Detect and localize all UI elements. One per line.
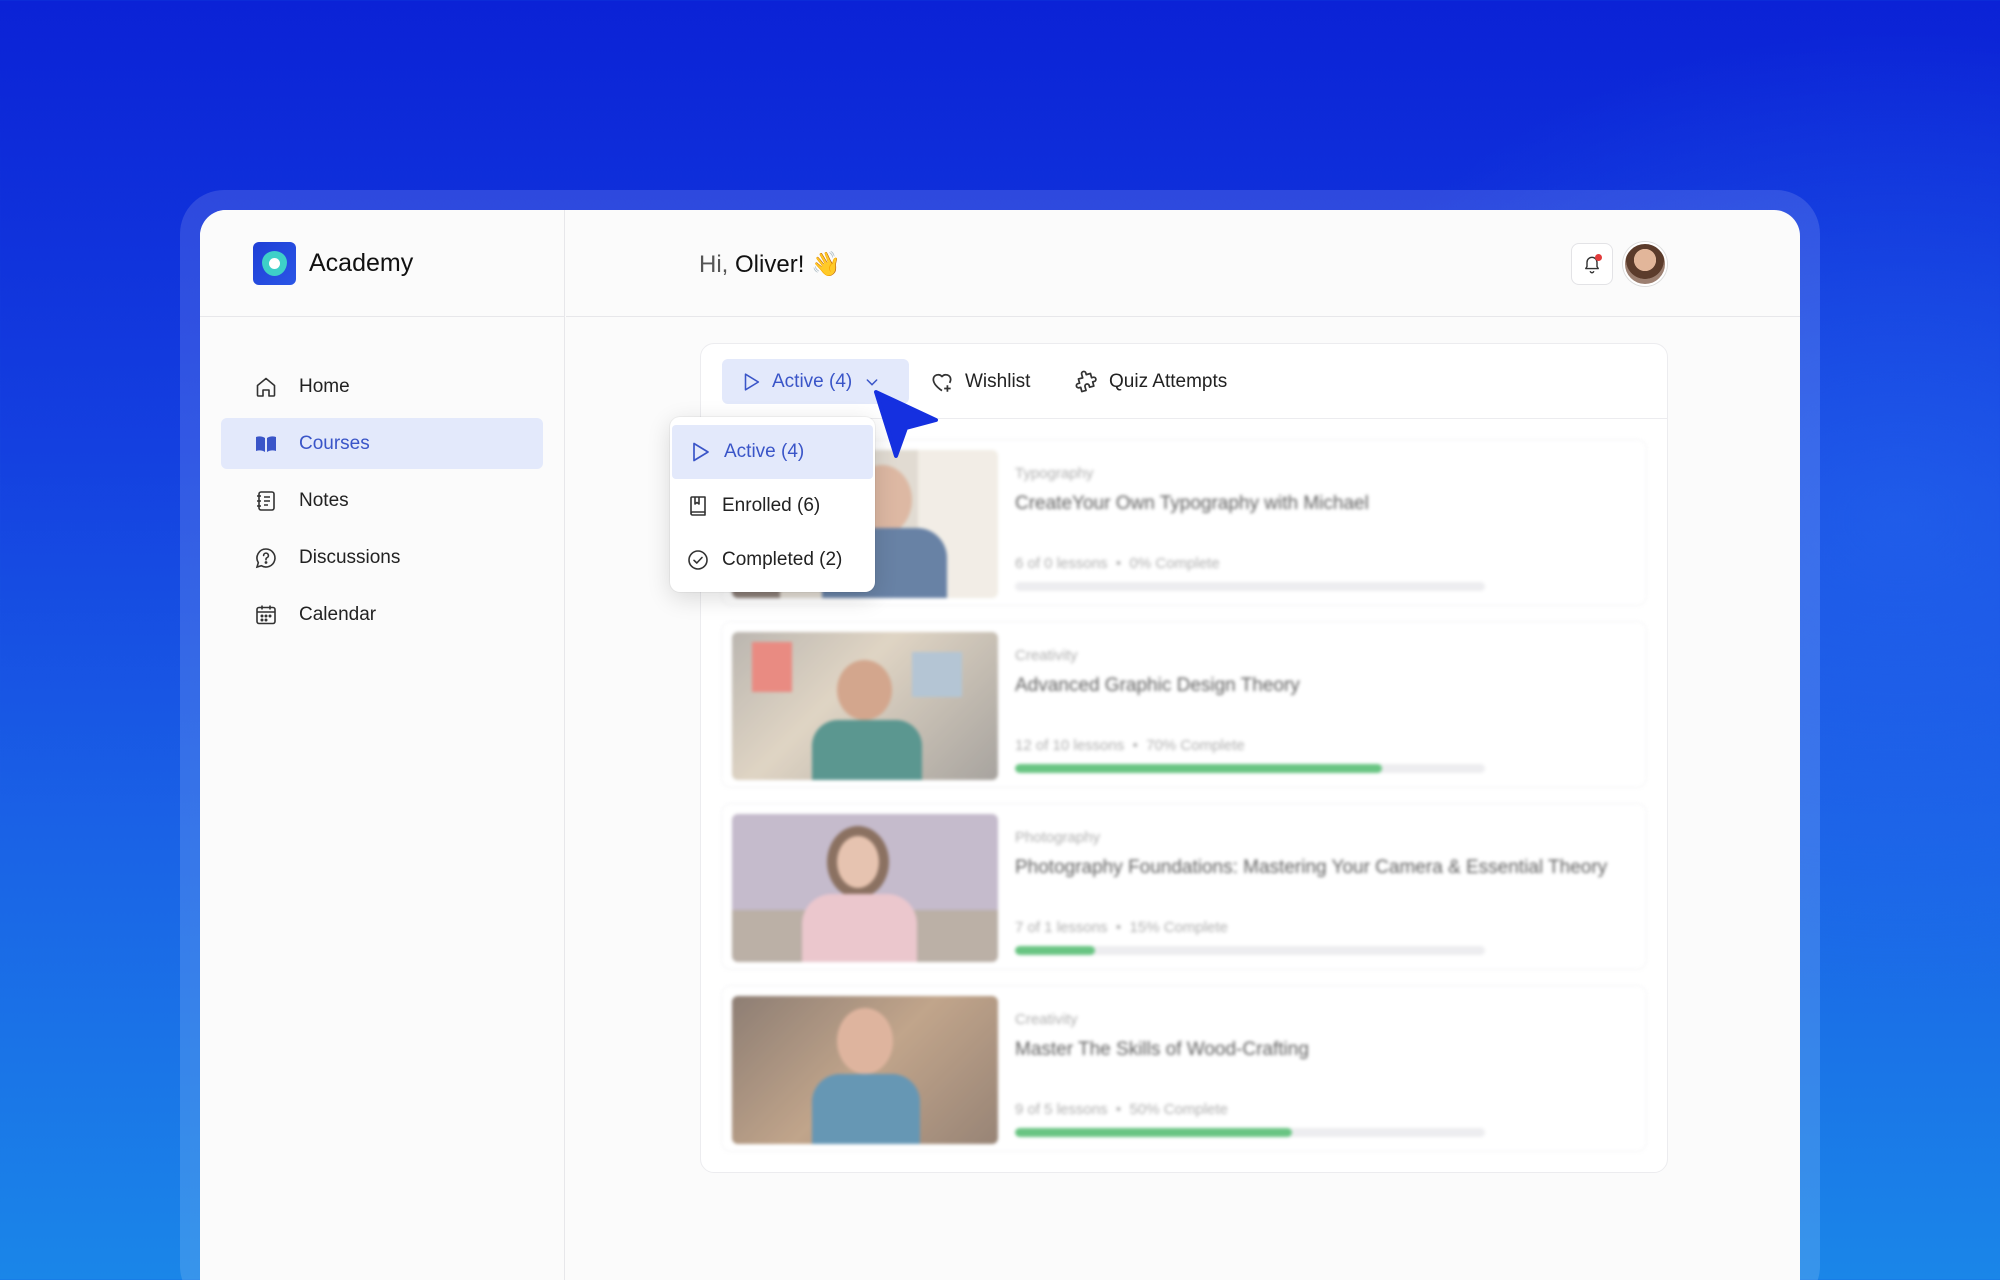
course-title: CreateYour Own Typography with Michael xyxy=(1015,493,1369,514)
academy-logo-icon xyxy=(253,241,296,285)
dropdown-option-active[interactable]: Active (4) xyxy=(672,425,873,479)
filter-dropdown-menu: Active (4) Enrolled (6) Completed (2) xyxy=(670,417,875,592)
dropdown-option-label: Active (4) xyxy=(724,441,805,462)
progress-bar xyxy=(1015,764,1485,773)
course-title: Advanced Graphic Design Theory xyxy=(1015,675,1300,696)
sidebar-item-notes[interactable]: Notes xyxy=(221,475,543,526)
course-category: Typography xyxy=(1015,465,1094,482)
play-icon xyxy=(693,442,709,462)
avatar[interactable] xyxy=(1623,242,1667,286)
dropdown-option-enrolled[interactable]: Enrolled (6) xyxy=(670,479,875,533)
dropdown-option-completed[interactable]: Completed (2) xyxy=(670,533,875,587)
course-progress-text: 12 of 10 lessons • 70% Complete xyxy=(1015,737,1245,754)
check-circle-icon xyxy=(688,550,708,570)
course-thumbnail xyxy=(732,632,998,780)
bookmark-book-icon xyxy=(690,496,706,516)
wave-emoji: 👋 xyxy=(811,251,841,278)
course-progress-text: 6 of 0 lessons • 0% Complete xyxy=(1015,555,1220,572)
greeting-prefix: Hi, xyxy=(699,251,729,278)
sidebar-item-calendar[interactable]: Calendar xyxy=(221,589,543,640)
greeting: Hi, Oliver! 👋 xyxy=(699,250,841,279)
progress-fill xyxy=(1015,764,1382,773)
sidebar-nav: Home Courses Notes Discussions Calendar xyxy=(200,317,564,640)
tab-quiz-attempts[interactable]: Quiz Attempts xyxy=(1073,359,1227,404)
course-progress-text: 9 of 5 lessons • 50% Complete xyxy=(1015,1101,1228,1118)
tab-wishlist[interactable]: Wishlist xyxy=(929,359,1030,404)
sidebar: Academy Home Courses Notes Discussions C… xyxy=(200,210,565,1280)
course-title: Master The Skills of Wood-Crafting xyxy=(1015,1039,1309,1060)
notification-dot xyxy=(1595,254,1602,261)
tab-quiz-label: Quiz Attempts xyxy=(1109,370,1228,392)
course-title: Photography Foundations: Mastering Your … xyxy=(1015,857,1608,878)
sidebar-item-discussions[interactable]: Discussions xyxy=(221,532,543,583)
notifications-button[interactable] xyxy=(1571,243,1613,285)
sidebar-item-label: Courses xyxy=(299,432,370,454)
progress-bar xyxy=(1015,582,1485,591)
brand-name: Academy xyxy=(309,248,414,277)
sidebar-item-label: Home xyxy=(299,375,350,397)
tab-wishlist-label: Wishlist xyxy=(965,370,1031,392)
course-thumbnail xyxy=(732,996,998,1144)
sidebar-item-label: Notes xyxy=(299,489,349,511)
course-card[interactable]: Creativity Master The Skills of Wood-Cra… xyxy=(721,985,1647,1152)
notes-icon xyxy=(253,488,279,514)
brand[interactable]: Academy xyxy=(200,210,564,317)
course-progress-text: 7 of 1 lessons • 15% Complete xyxy=(1015,919,1228,936)
mouse-cursor-icon xyxy=(874,390,938,458)
sidebar-item-label: Calendar xyxy=(299,603,377,625)
puzzle-icon xyxy=(1075,370,1097,392)
question-bubble-icon xyxy=(253,545,279,571)
calendar-icon xyxy=(253,602,279,628)
course-card[interactable]: Photography Photography Foundations: Mas… xyxy=(721,803,1647,970)
app-window: Academy Home Courses Notes Discussions C… xyxy=(200,210,1800,1280)
course-category: Creativity xyxy=(1015,1011,1078,1028)
progress-fill xyxy=(1015,946,1095,955)
user-name: Oliver! xyxy=(735,251,805,278)
tab-active-label: Active (4) xyxy=(772,370,853,392)
top-bar: Hi, Oliver! 👋 xyxy=(566,210,1800,317)
tab-bar: Active (4) Wishlist Quiz Attempts xyxy=(701,344,1667,419)
progress-bar xyxy=(1015,946,1485,955)
course-card[interactable]: Creativity Advanced Graphic Design Theor… xyxy=(721,621,1647,788)
course-thumbnail xyxy=(732,814,998,962)
course-category: Creativity xyxy=(1015,647,1078,664)
sidebar-item-courses[interactable]: Courses xyxy=(221,418,543,469)
course-category: Photography xyxy=(1015,829,1101,846)
progress-fill xyxy=(1015,1128,1293,1137)
sidebar-item-label: Discussions xyxy=(299,546,401,568)
book-icon xyxy=(253,431,279,457)
play-icon xyxy=(744,372,760,391)
progress-bar xyxy=(1015,1128,1485,1137)
home-icon xyxy=(253,374,279,400)
dropdown-option-label: Completed (2) xyxy=(722,549,843,570)
sidebar-item-home[interactable]: Home xyxy=(221,361,543,412)
dropdown-option-label: Enrolled (6) xyxy=(722,495,821,516)
